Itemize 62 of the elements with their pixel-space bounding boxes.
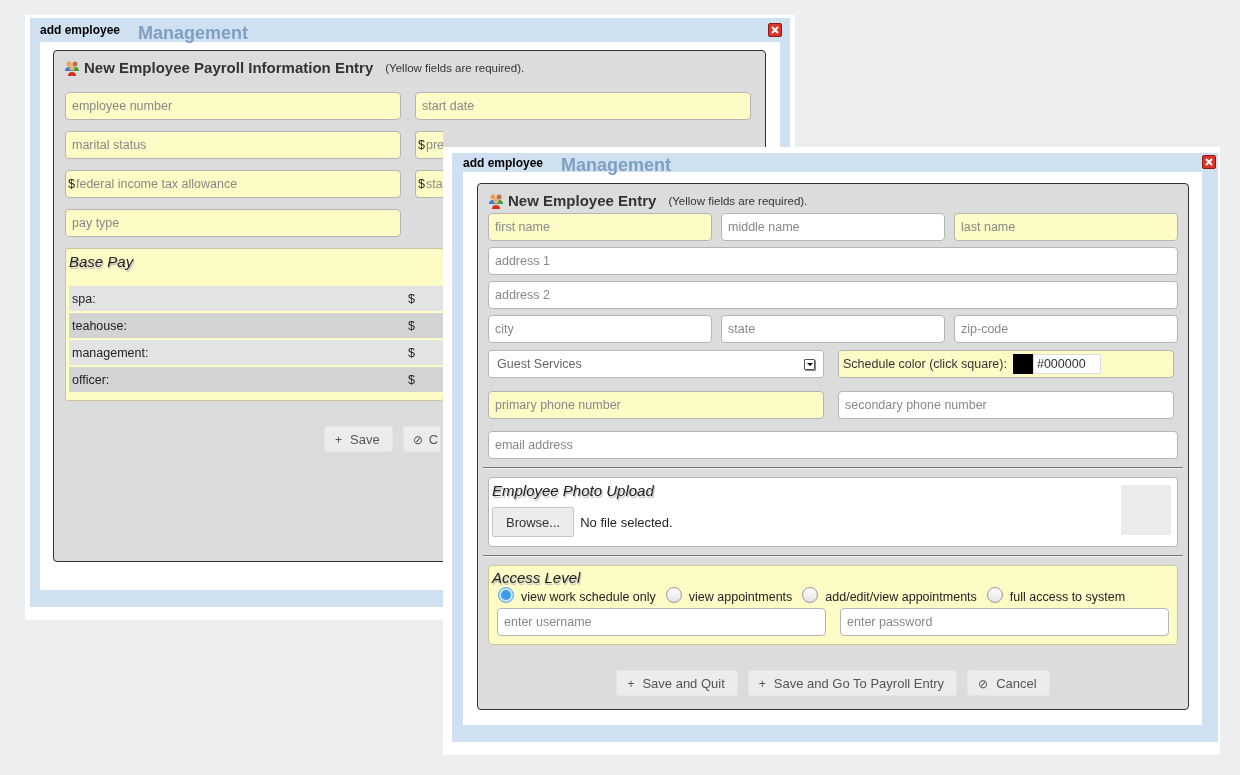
window-title: add employee: [40, 23, 121, 37]
input-field[interactable]: $federal income tax allowance: [65, 170, 401, 198]
radio-button[interactable]: [986, 587, 1003, 603]
field-label: Schedule color (click square):: [843, 357, 1007, 371]
form-heading: New Employee Entry: [508, 192, 657, 209]
input-field[interactable]: email address: [488, 431, 1178, 459]
close-icon[interactable]: [1202, 155, 1216, 169]
pay-label: teahouse:: [72, 318, 128, 333]
required-note: (Yellow fields are required).: [668, 194, 808, 207]
input-field[interactable]: pay type: [65, 209, 401, 237]
input-field[interactable]: state: [721, 315, 945, 343]
required-note: (Yellow fields are required).: [385, 61, 525, 74]
window-title: add employee: [463, 155, 544, 170]
input-field[interactable]: start date: [415, 92, 751, 120]
input-field[interactable]: first name: [488, 213, 712, 241]
input-field[interactable]: middle name: [721, 213, 945, 241]
currency-sign: $: [408, 318, 415, 333]
form-button[interactable]: + Save: [324, 426, 393, 452]
input-field[interactable]: enter password: [840, 608, 1169, 636]
color-value-field[interactable]: #000000: [1032, 354, 1101, 374]
pay-label: officer:: [72, 372, 111, 387]
form-button[interactable]: ⊘ C: [402, 426, 441, 452]
currency-sign: $: [408, 345, 415, 360]
radio-button[interactable]: [498, 587, 514, 603]
form-heading: New Employee Payroll Information Entry: [84, 59, 374, 76]
section-title: Base Pay: [69, 253, 134, 270]
currency-sign: $: [408, 372, 415, 387]
radio-button[interactable]: [802, 587, 819, 603]
input-field[interactable]: last name: [954, 213, 1178, 241]
background-heading: Management: [138, 22, 249, 44]
input-field[interactable]: address 1: [488, 247, 1178, 275]
form-button[interactable]: ⊘ Cancel: [967, 670, 1050, 696]
people-icon: [64, 59, 80, 76]
section-title: Access Level: [492, 569, 581, 586]
pay-label: management:: [72, 345, 150, 360]
background-heading: Management: [561, 155, 672, 176]
radio-label[interactable]: full access to system: [1009, 590, 1126, 604]
input-field[interactable]: $pre: [415, 131, 443, 159]
file-status: No file selected.: [580, 514, 673, 530]
input-field[interactable]: city: [488, 315, 712, 343]
input-field[interactable]: enter username: [497, 608, 826, 636]
input-field[interactable]: primary phone number: [488, 391, 824, 419]
radio-label[interactable]: view work schedule only: [521, 590, 656, 604]
currency-sign: $: [408, 291, 415, 306]
close-icon[interactable]: [768, 23, 782, 37]
color-swatch[interactable]: [1012, 354, 1033, 374]
input-field[interactable]: address 2: [488, 281, 1178, 309]
people-icon: [488, 192, 504, 209]
section-title: Employee Photo Upload: [492, 482, 654, 499]
input-field[interactable]: $sta: [415, 170, 443, 198]
radio-button[interactable]: [665, 587, 682, 603]
form-button[interactable]: + Save and Go To Payroll Entry: [747, 670, 958, 696]
dropdown[interactable]: Guest Services: [488, 350, 824, 378]
radio-label[interactable]: add/edit/view appointments: [825, 590, 977, 604]
pay-label: spa:: [72, 291, 97, 306]
radio-label[interactable]: view appointments: [688, 590, 793, 604]
input-field[interactable]: marital status: [65, 131, 401, 159]
input-field[interactable]: zip-code: [954, 315, 1178, 343]
browse-button[interactable]: Browse...: [492, 507, 575, 537]
input-field[interactable]: secondary phone number: [838, 391, 1174, 419]
input-field[interactable]: employee number: [65, 92, 401, 120]
form-button[interactable]: + Save and Quit: [616, 670, 738, 696]
